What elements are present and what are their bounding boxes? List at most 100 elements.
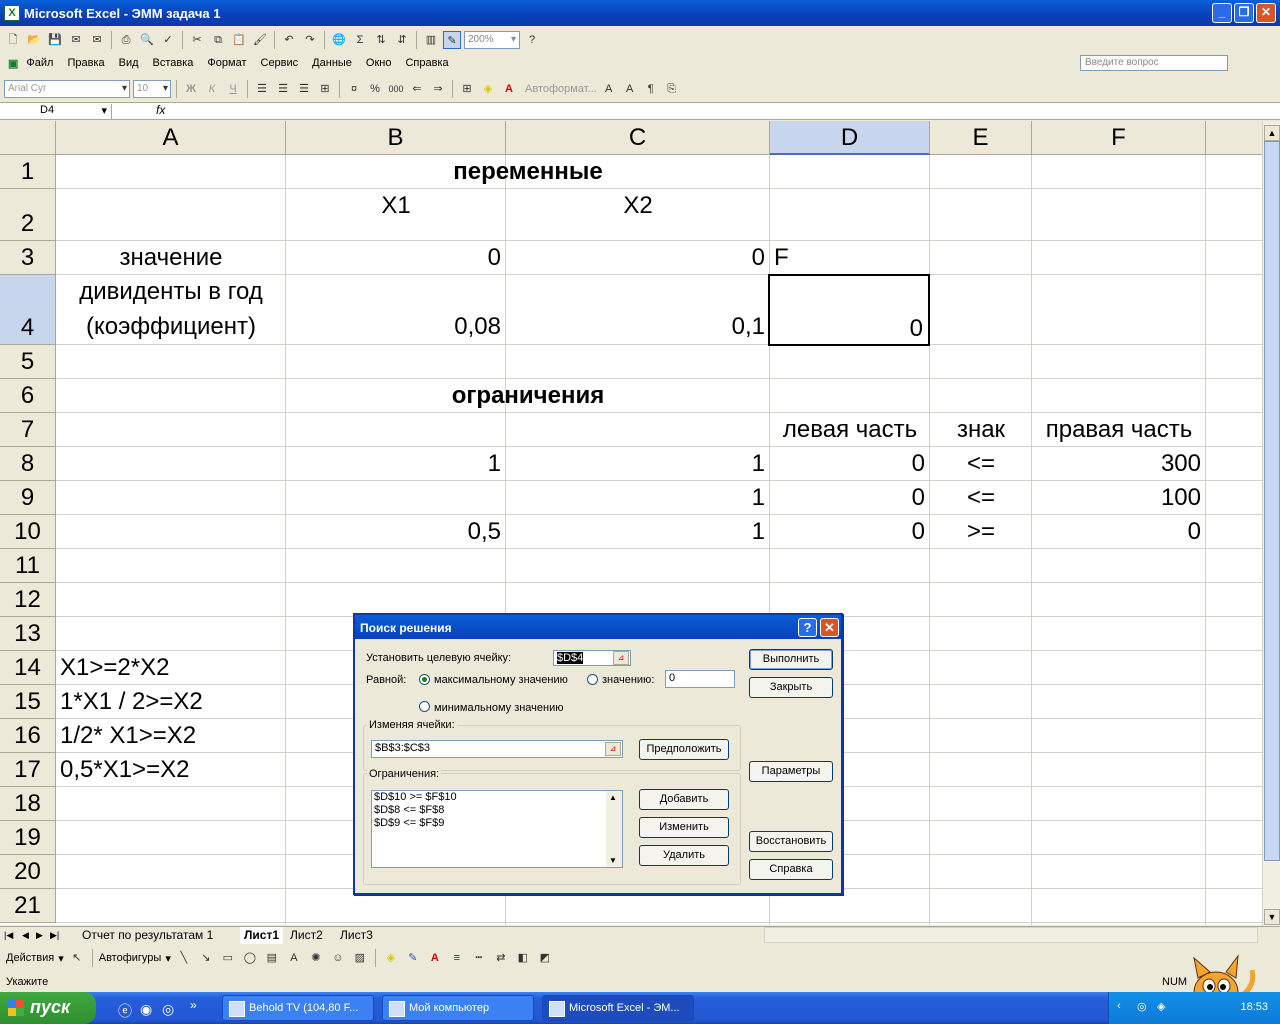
col-header-a[interactable]: A — [56, 121, 286, 155]
fill-color-icon[interactable]: ◈ — [479, 80, 497, 98]
cell-e8[interactable]: <= — [930, 447, 1032, 481]
thousands-icon[interactable]: 000 — [387, 80, 405, 98]
cell-b6[interactable]: ограничения — [286, 379, 770, 413]
sort-asc-icon[interactable]: ⇅ — [372, 31, 390, 49]
draw-fill-color-icon[interactable]: ◈ — [382, 949, 400, 967]
line-color-icon[interactable]: ✎ — [404, 949, 422, 967]
cell-b1[interactable]: переменные — [286, 155, 770, 189]
radio-min[interactable] — [419, 701, 430, 712]
currency-icon[interactable]: ¤ — [345, 80, 363, 98]
row-header-5[interactable]: 5 — [0, 345, 56, 379]
cell-d8[interactable]: 0 — [770, 447, 930, 481]
shadow-icon[interactable]: ◧ — [514, 949, 532, 967]
cell-c9[interactable]: 1 — [506, 481, 770, 515]
percent-icon[interactable]: % — [366, 80, 384, 98]
open-icon[interactable]: 📂 — [25, 31, 43, 49]
arrow-icon[interactable]: ↘ — [197, 949, 215, 967]
ie-icon[interactable]: ⓔ — [118, 1001, 132, 1021]
scroll-thumb[interactable] — [1264, 141, 1280, 861]
constraints-list[interactable]: $D$10 >= $F$10 $D$8 <= $F$8 $D$9 <= $F$9… — [371, 790, 623, 868]
sheet-tab-list3[interactable]: Лист3 — [340, 927, 373, 944]
horizontal-scrollbar[interactable] — [764, 927, 1258, 943]
task-my-computer[interactable]: Мой компьютер — [382, 995, 534, 1021]
align-right-icon[interactable]: ☰ — [295, 80, 313, 98]
row-header-1[interactable]: 1 — [0, 155, 56, 189]
constraints-scrollbar[interactable]: ▲ ▼ — [606, 791, 622, 867]
cell-a16[interactable]: 1/2* X1>=X2 — [60, 719, 196, 753]
col-header-f[interactable]: F — [1032, 121, 1206, 155]
row-header-10[interactable]: 10 — [0, 515, 56, 549]
prev-sheet-icon[interactable]: ◀ — [22, 927, 29, 944]
cell-e10[interactable]: >= — [930, 515, 1032, 549]
cell-c10[interactable]: 1 — [506, 515, 770, 549]
scroll-up-icon[interactable]: ▲ — [1264, 125, 1280, 141]
increase-decimal-icon[interactable]: ⇐ — [408, 80, 426, 98]
dialog-close-icon[interactable]: ✕ — [820, 618, 839, 637]
merge-center-icon[interactable]: ⊞ — [316, 80, 334, 98]
print-preview-icon[interactable]: 🔍 — [138, 31, 156, 49]
redo-icon[interactable]: ↷ — [301, 31, 319, 49]
target-collapse-icon[interactable]: ⊿ — [613, 651, 629, 665]
cell-b10[interactable]: 0,5 — [286, 515, 506, 549]
radio-value-label[interactable]: значению: — [602, 674, 654, 686]
sheet-tab-report[interactable]: Отчет по результатам 1 — [82, 927, 213, 944]
shrink-font-icon[interactable]: A — [621, 80, 639, 98]
row-header-7[interactable]: 7 — [0, 413, 56, 447]
start-button[interactable]: пуск — [0, 992, 96, 1024]
fx-icon[interactable]: fx — [156, 103, 165, 117]
row-header-11[interactable]: 11 — [0, 549, 56, 583]
wordart-icon[interactable]: A — [285, 949, 303, 967]
paste-icon[interactable]: 📋 — [230, 31, 248, 49]
rectangle-icon[interactable]: ▭ — [219, 949, 237, 967]
permission-icon[interactable]: ✉ — [67, 31, 85, 49]
chart-wizard-icon[interactable]: ▥ — [422, 31, 440, 49]
oval-icon[interactable]: ◯ — [241, 949, 259, 967]
bold-icon[interactable]: Ж — [182, 80, 200, 98]
row-header-2[interactable]: 2 — [0, 189, 56, 241]
help-icon[interactable]: ? — [523, 31, 541, 49]
underline-icon[interactable]: Ч — [224, 80, 242, 98]
radio-max[interactable] — [419, 674, 430, 685]
actions-menu[interactable]: Действия — [6, 952, 54, 964]
cell-e7[interactable]: знак — [930, 413, 1032, 447]
last-sheet-icon[interactable]: ▶| — [50, 927, 59, 944]
menu-tools[interactable]: Сервис — [261, 57, 299, 69]
close-window-button[interactable]: ✕ — [1256, 3, 1276, 23]
align-left-icon[interactable]: ☰ — [253, 80, 271, 98]
cell-a15[interactable]: 1*X1 / 2>=X2 — [60, 685, 203, 719]
row-header-17[interactable]: 17 — [0, 753, 56, 787]
spelling-icon[interactable]: ✓ — [159, 31, 177, 49]
autoshapes-menu[interactable]: Автофигуры — [99, 952, 162, 964]
media-player-icon[interactable]: ◉ — [140, 1001, 152, 1018]
quicklaunch-icon[interactable]: ◎ — [162, 1001, 174, 1018]
copy-icon[interactable]: ⧉ — [209, 31, 227, 49]
cell-b8[interactable]: 1 — [286, 447, 506, 481]
changing-collapse-icon[interactable]: ⊿ — [605, 742, 621, 756]
reset-button[interactable]: Восстановить — [749, 831, 833, 852]
cell-c3[interactable]: 0 — [506, 241, 770, 275]
row-header-8[interactable]: 8 — [0, 447, 56, 481]
print-icon[interactable]: ⎙ — [117, 31, 135, 49]
font-color-icon[interactable]: A — [500, 80, 518, 98]
tray-icon-2[interactable]: ◈ — [1157, 1000, 1165, 1013]
minimize-button[interactable]: _ — [1212, 3, 1232, 23]
change-constraint-button[interactable]: Изменить — [639, 817, 729, 838]
save-icon[interactable]: 💾 — [46, 31, 64, 49]
cell-b3[interactable]: 0 — [286, 241, 506, 275]
row-header-12[interactable]: 12 — [0, 583, 56, 617]
col-header-b[interactable]: B — [286, 121, 506, 155]
select-all-corner[interactable] — [0, 121, 56, 155]
menu-edit[interactable]: Правка — [67, 57, 104, 69]
row-header-4[interactable]: 4 — [0, 275, 56, 345]
help-question-input[interactable]: Введите вопрос — [1080, 55, 1228, 71]
help-button[interactable]: Справка — [749, 859, 833, 880]
line-style-icon[interactable]: ≡ — [448, 949, 466, 967]
row-header-19[interactable]: 19 — [0, 821, 56, 855]
value-input[interactable]: 0 — [665, 670, 735, 688]
select-objects-icon[interactable]: ↖ — [68, 949, 86, 967]
cell-d9[interactable]: 0 — [770, 481, 930, 515]
sheet-tab-list1[interactable]: Лист1 — [240, 927, 284, 944]
diagram-icon[interactable]: ✺ — [307, 949, 325, 967]
dialog-help-icon[interactable]: ? — [798, 618, 817, 637]
paragraph-icon[interactable]: ¶ — [642, 80, 660, 98]
